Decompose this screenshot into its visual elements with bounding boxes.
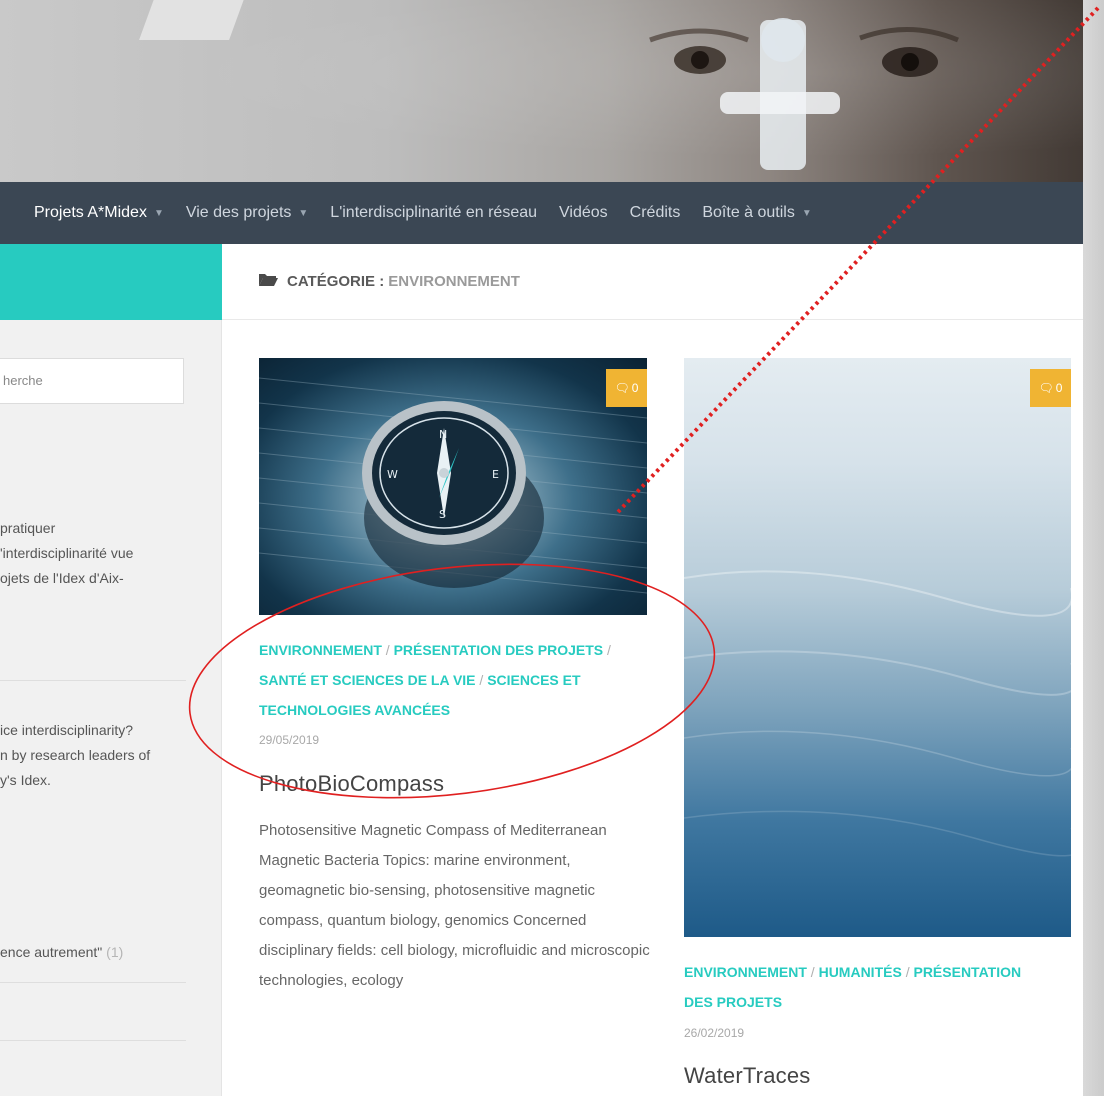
comments-badge[interactable]: 🗨 0 <box>1030 369 1071 407</box>
divider <box>0 982 186 983</box>
nav-item-vie-des-projets[interactable]: Vie des projets ▼ <box>175 182 319 244</box>
sidebar-text-line: n by research leaders of <box>0 747 151 763</box>
folder-open-icon <box>258 272 278 291</box>
post-title[interactable]: WaterTraces <box>684 1063 810 1089</box>
caret-down-icon: ▼ <box>298 207 309 219</box>
svg-text:W: W <box>387 468 398 481</box>
divider <box>0 680 186 681</box>
nav-item-interdisciplinarite[interactable]: L'interdisciplinarité en réseau <box>319 182 548 244</box>
sidebar: herche pratiquer 'interdisciplinarité vu… <box>0 320 222 1096</box>
comments-badge[interactable]: 🗨 0 <box>606 369 647 407</box>
category-link[interactable]: SANTÉ ET SCIENCES DE LA VIE <box>259 672 476 688</box>
category-link[interactable]: SCIENCES ET <box>487 672 580 688</box>
main-navigation: Projets A*Midex ▼ Vie des projets ▼ L'in… <box>0 182 1104 244</box>
search-input[interactable]: herche <box>0 358 184 404</box>
nav-item-label: Crédits <box>629 204 681 221</box>
hero-face-illustration <box>649 18 959 170</box>
post-categories: ENVIRONNEMENT / PRÉSENTATION DES PROJETS… <box>259 642 611 718</box>
sidebar-text-line: y's Idex. <box>0 772 51 788</box>
nav-item-boite-a-outils[interactable]: Boîte à outils ▼ <box>691 182 822 244</box>
hero-banner-image <box>0 0 1104 182</box>
nav-item-label: Boîte à outils <box>702 204 795 221</box>
comment-count: 0 <box>1055 381 1063 395</box>
sidebar-post-link-fr[interactable]: pratiquer 'interdisciplinarité vue ojets… <box>0 516 133 591</box>
caret-down-icon: ▼ <box>153 207 164 219</box>
svg-text:E: E <box>492 468 499 481</box>
scrollbar[interactable] <box>1083 0 1104 1096</box>
nav-item-label: Projets A*Midex <box>34 204 147 221</box>
category-link[interactable]: PRÉSENTATION <box>913 964 1021 980</box>
water-image <box>684 570 1071 857</box>
sidebar-text-line: pratiquer <box>0 520 56 536</box>
category-name: ENVIRONNEMENT <box>388 273 520 290</box>
post-date: 26/02/2019 <box>684 1026 745 1040</box>
post-title[interactable]: PhotoBioCompass <box>259 771 444 797</box>
page-title: CATÉGORIE : ENVIRONNEMENT <box>258 272 520 291</box>
category-link[interactable]: PRÉSENTATION DES PROJETS <box>394 642 604 658</box>
post-excerpt: Photosensitive Magnetic Compass of Medit… <box>259 822 650 989</box>
category-link[interactable]: TECHNOLOGIES AVANCÉES <box>259 702 450 718</box>
comment-icon: 🗨 <box>1038 381 1054 395</box>
post-thumbnail-water[interactable]: 🗨 0 <box>684 358 1071 937</box>
comment-count: 0 <box>631 381 639 395</box>
category-link[interactable]: ENVIRONNEMENT <box>684 964 807 980</box>
sidebar-category-label: ence autrement" <box>0 944 103 960</box>
nav-item-credits[interactable]: Crédits <box>619 182 692 244</box>
nav-item-label: L'interdisciplinarité en réseau <box>330 204 538 221</box>
svg-text:S: S <box>439 508 446 521</box>
sidebar-text-line: ojets de l'Idex d'Aix- <box>0 570 124 586</box>
post-date: 29/05/2019 <box>259 733 320 747</box>
nav-item-label: Vidéos <box>559 204 608 221</box>
post-thumbnail-compass[interactable]: N E S W 🗨 0 <box>259 358 647 615</box>
nav-item-videos[interactable]: Vidéos <box>548 182 619 244</box>
nav-item-label: Vie des projets <box>185 204 292 221</box>
sidebar-text-line: 'interdisciplinarité vue <box>0 545 134 561</box>
category-link[interactable]: HUMANITÉS <box>819 964 902 980</box>
category-header: CATÉGORIE : ENVIRONNEMENT <box>222 244 1104 320</box>
sidebar-category-item[interactable]: ence autrement" (1) <box>0 940 123 965</box>
sidebar-text-line: ice interdisciplinarity? <box>0 722 134 738</box>
compass-image: N E S W <box>259 377 647 594</box>
post-categories: ENVIRONNEMENT / HUMANITÉS / PRÉSENTATION… <box>684 964 1022 1010</box>
comment-icon: 🗨 <box>614 381 630 395</box>
category-link[interactable]: ENVIRONNEMENT <box>259 642 382 658</box>
caret-down-icon: ▼ <box>801 207 812 219</box>
category-link[interactable]: DES PROJETS <box>684 994 782 1010</box>
nav-item-projets-amidex[interactable]: Projets A*Midex ▼ <box>0 182 175 244</box>
divider <box>0 1040 186 1041</box>
sidebar-post-link-en[interactable]: ice interdisciplinarity? n by research l… <box>0 718 150 793</box>
svg-text:N: N <box>439 428 447 441</box>
sidebar-category-count: (1) <box>106 944 124 960</box>
category-prefix: CATÉGORIE : <box>287 273 385 290</box>
sidebar-header-bar <box>0 244 222 320</box>
